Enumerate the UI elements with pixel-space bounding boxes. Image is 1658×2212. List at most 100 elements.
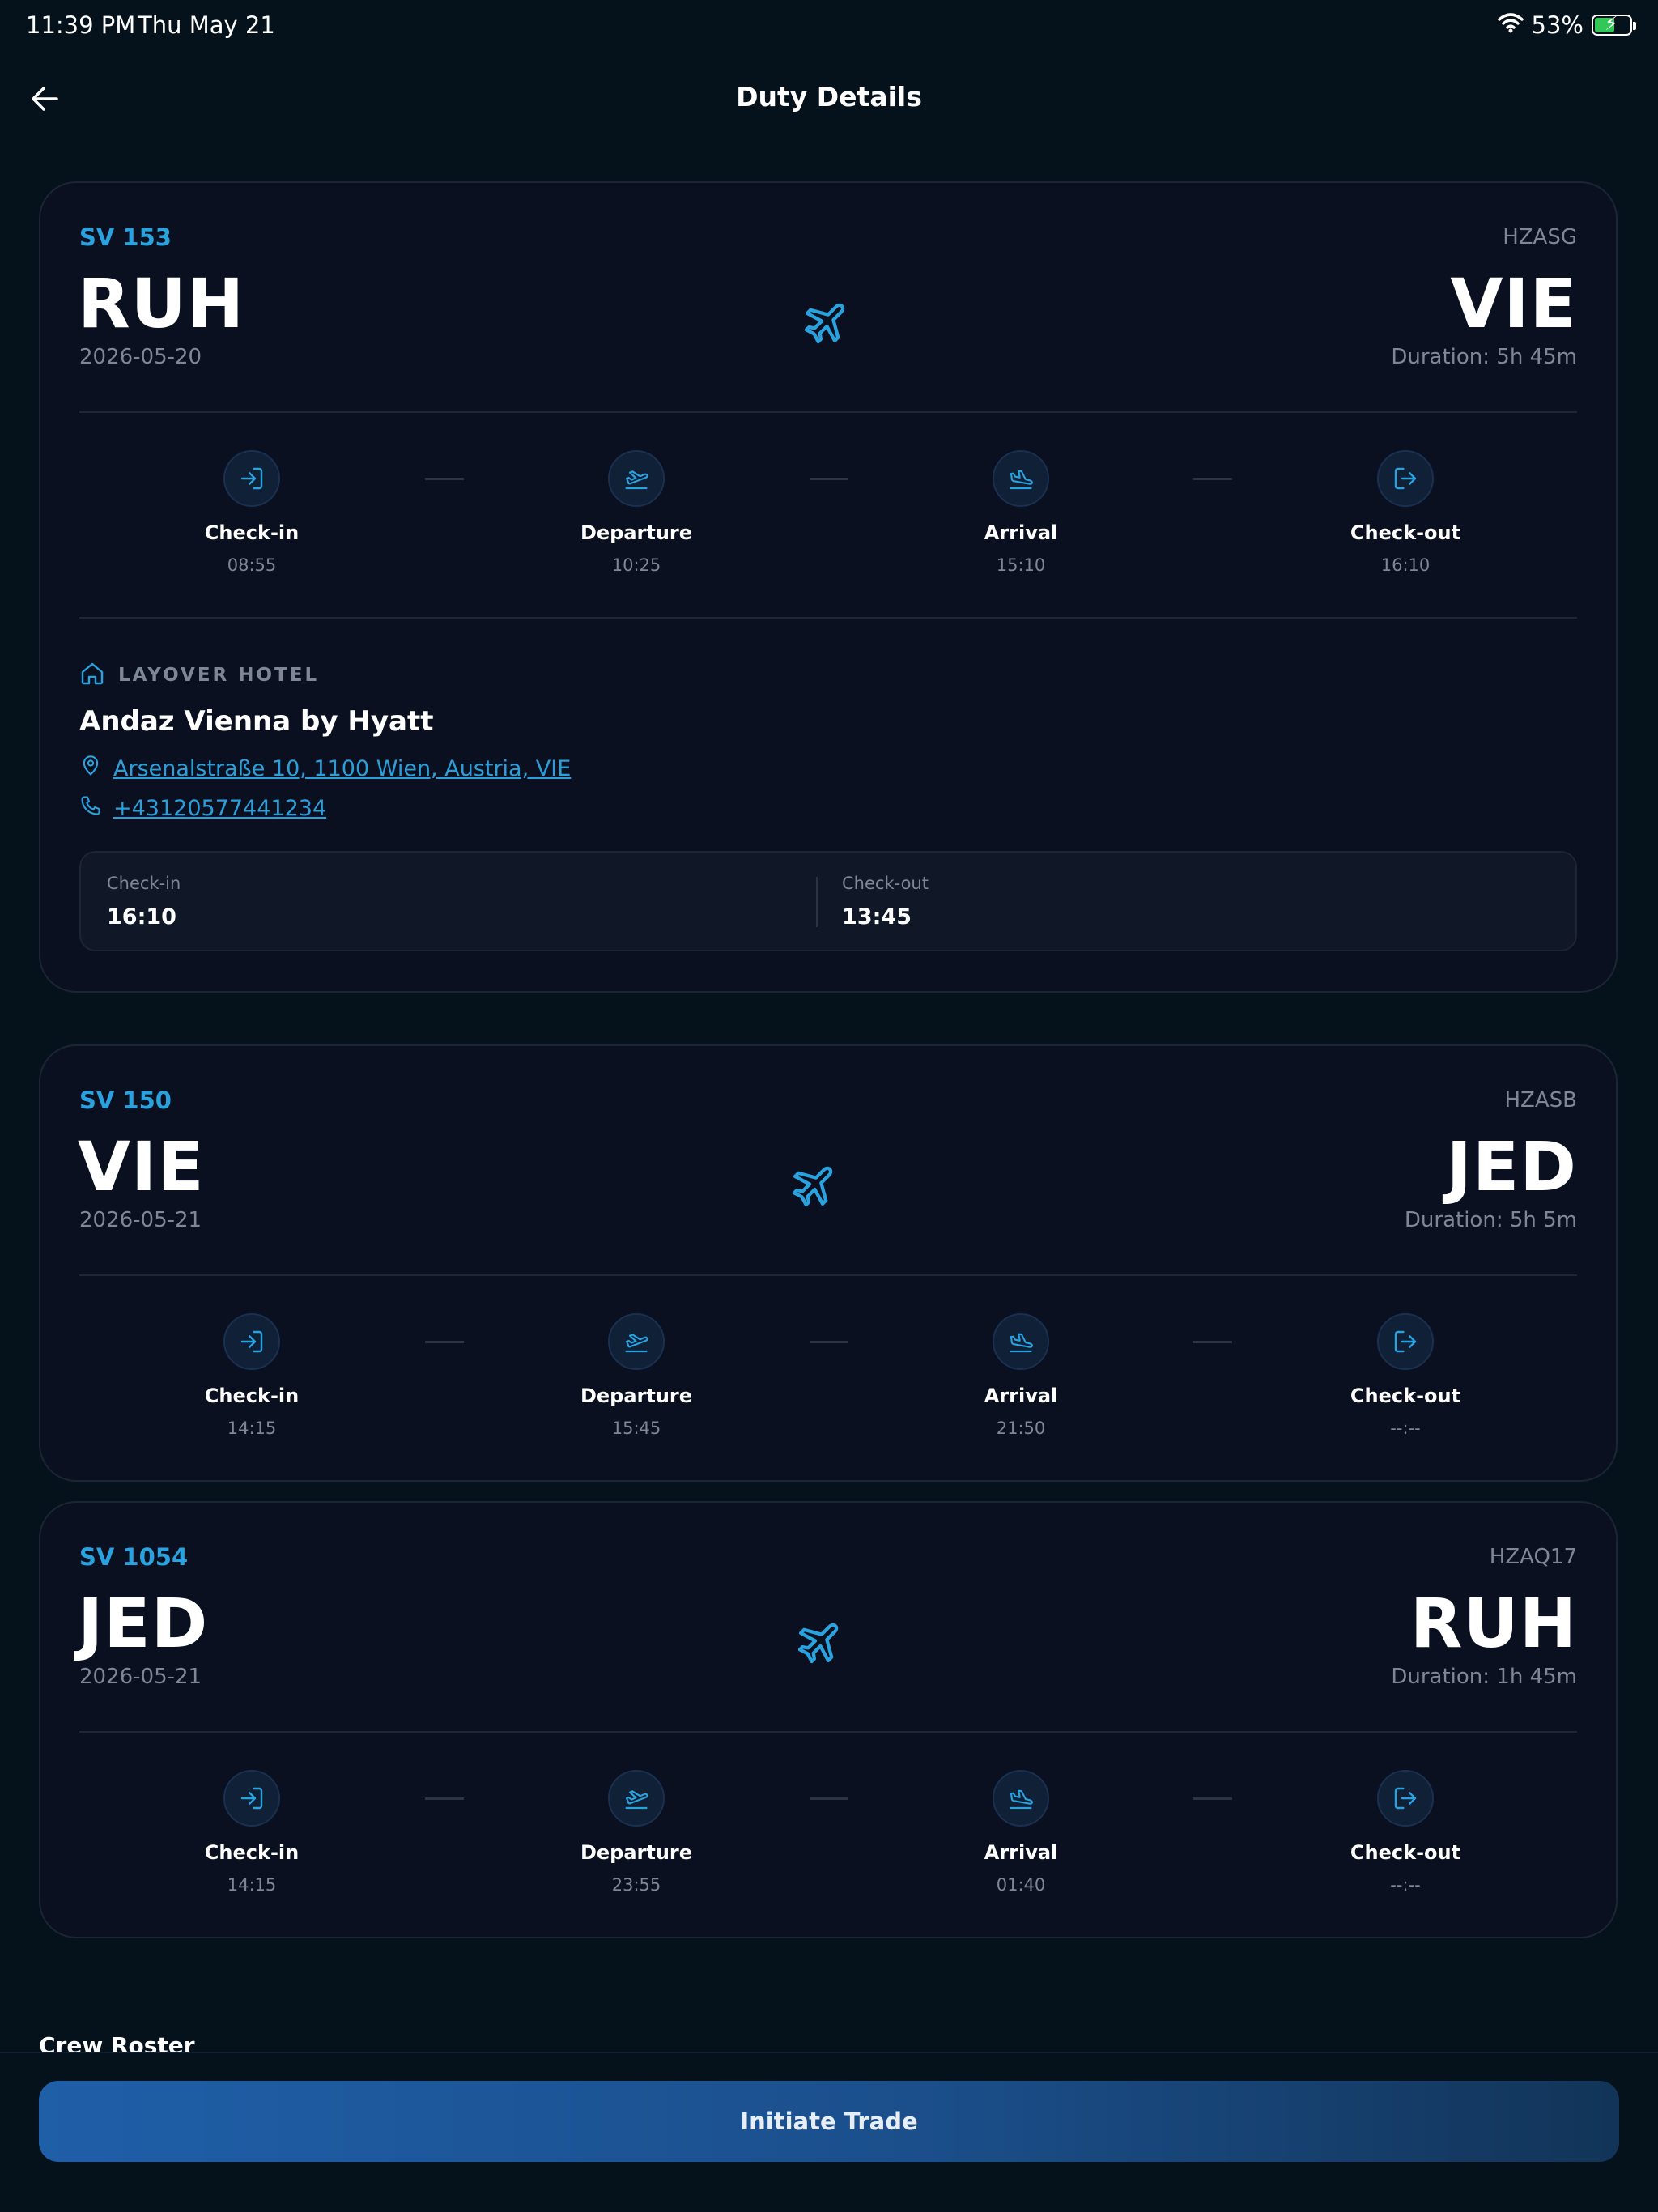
aircraft-registration: HZASB	[1504, 1088, 1578, 1112]
timeline-connector	[1193, 1797, 1232, 1800]
timeline-time: 23:55	[611, 1875, 661, 1895]
timeline-step-checkin: Check-in 14:15	[155, 1770, 349, 1895]
timeline-label: Departure	[580, 1841, 693, 1864]
hotel-checkin-time: 16:10	[107, 904, 176, 929]
timeline-label: Check-in	[204, 1385, 300, 1407]
status-date: Thu May 21	[138, 11, 275, 39]
timeline-time: 21:50	[996, 1419, 1046, 1438]
login-icon	[223, 1770, 280, 1827]
hotel-phone-row: +43120577441234	[79, 794, 326, 823]
plane-landing-icon	[993, 1313, 1049, 1370]
flight-card-2[interactable]: SV 150 HZASB VIE JED 2026-05-21 Duration…	[39, 1044, 1618, 1482]
logout-icon	[1377, 1770, 1434, 1827]
flight-card-3[interactable]: SV 1054 HZAQ17 JED RUH 2026-05-21 Durati…	[39, 1501, 1618, 1938]
map-pin-icon	[79, 754, 102, 784]
hotel-section-header: LAYOVER HOTEL	[79, 661, 319, 690]
plane-takeoff-icon	[608, 1770, 665, 1827]
duty-timeline: Check-in 14:15 Departure 15:45 Arrival 2…	[79, 1313, 1577, 1443]
plane-icon	[801, 295, 853, 347]
nav-bar: Duty Details	[0, 65, 1658, 130]
timeline-connector	[425, 1797, 464, 1800]
timeline-time: 15:10	[996, 555, 1046, 575]
destination-code: JED	[1446, 1127, 1577, 1206]
timeline-step-arrival: Arrival 15:10	[924, 450, 1118, 575]
flight-number: SV 150	[79, 1087, 172, 1114]
page-title: Duty Details	[736, 81, 922, 113]
timeline-connector	[1193, 478, 1232, 480]
destination-code: RUH	[1409, 1584, 1577, 1663]
hotel-checkout-label: Check-out	[842, 874, 929, 893]
hotel-address-link[interactable]: Arsenalstraße 10, 1100 Wien, Austria, VI…	[113, 756, 571, 781]
status-time: 11:39 PM	[26, 11, 136, 39]
initiate-trade-button[interactable]: Initiate Trade	[39, 2081, 1619, 2162]
hotel-address-row: Arsenalstraße 10, 1100 Wien, Austria, VI…	[79, 754, 571, 784]
hotel-checkin-label: Check-in	[107, 874, 181, 893]
logout-icon	[1377, 1313, 1434, 1370]
destination-code: VIE	[1450, 264, 1577, 343]
timeline-step-arrival: Arrival 21:50	[924, 1313, 1118, 1438]
timeline-connector	[810, 1341, 848, 1343]
plane-takeoff-icon	[608, 450, 665, 507]
timeline-label: Departure	[580, 1385, 693, 1407]
plane-landing-icon	[993, 1770, 1049, 1827]
timeline-time: 14:15	[227, 1419, 277, 1438]
login-icon	[223, 1313, 280, 1370]
origin-code: JED	[78, 1584, 209, 1663]
battery-percent: 53%	[1531, 11, 1584, 39]
status-indicators: 53% ⚡	[1497, 11, 1636, 39]
timeline-label: Arrival	[984, 1385, 1058, 1407]
wifi-icon	[1497, 11, 1524, 39]
flight-duration: Duration: 5h 5m	[1404, 1208, 1577, 1232]
timeline-connector	[425, 478, 464, 480]
timeline-label: Check-out	[1350, 1841, 1461, 1864]
flight-date: 2026-05-21	[79, 1665, 202, 1689]
flight-card-1[interactable]: SV 153 HZASG RUH VIE 2026-05-20 Duration…	[39, 181, 1618, 993]
timeline-label: Check-in	[204, 521, 300, 544]
hotel-name: Andaz Vienna by Hyatt	[79, 705, 434, 738]
hotel-checkout-time: 13:45	[842, 904, 912, 929]
divider	[79, 617, 1577, 619]
hotel-times-panel: Check-in 16:10 Check-out 13:45	[79, 851, 1577, 951]
flight-date: 2026-05-21	[79, 1208, 202, 1232]
timeline-time: 01:40	[996, 1875, 1046, 1895]
timeline-time: 16:10	[1380, 555, 1431, 575]
timeline-time: 08:55	[227, 555, 277, 575]
hotel-phone-link[interactable]: +43120577441234	[113, 796, 326, 821]
timeline-label: Arrival	[984, 521, 1058, 544]
timeline-step-departure: Departure 23:55	[539, 1770, 733, 1895]
timeline-step-checkin: Check-in 14:15	[155, 1313, 349, 1438]
timeline-step-departure: Departure 10:25	[539, 450, 733, 575]
battery-icon: ⚡	[1592, 12, 1636, 36]
timeline-connector	[1193, 1341, 1232, 1343]
origin-code: RUH	[78, 264, 245, 343]
login-icon	[223, 450, 280, 507]
hotel-checkin: Check-in 16:10	[107, 874, 181, 929]
hotel-checkout: Check-out 13:45	[842, 874, 929, 929]
aircraft-registration: HZAQ17	[1489, 1545, 1577, 1569]
status-bar: 11:39 PM Thu May 21 53% ⚡	[0, 0, 1658, 52]
timeline-connector	[810, 1797, 848, 1800]
timeline-label: Check-out	[1350, 1385, 1461, 1407]
duty-timeline: Check-in 08:55 Departure 10:25 Arrival 1…	[79, 450, 1577, 580]
timeline-connector	[810, 478, 848, 480]
plane-icon	[789, 1158, 841, 1210]
plane-takeoff-icon	[608, 1313, 665, 1370]
divider	[816, 877, 818, 927]
logout-icon	[1377, 450, 1434, 507]
flight-duration: Duration: 1h 45m	[1391, 1665, 1577, 1689]
divider	[79, 411, 1577, 413]
divider	[79, 1274, 1577, 1276]
flight-number: SV 153	[79, 223, 172, 251]
timeline-step-arrival: Arrival 01:40	[924, 1770, 1118, 1895]
timeline-time: 15:45	[611, 1419, 661, 1438]
timeline-label: Check-in	[204, 1841, 300, 1864]
divider	[79, 1731, 1577, 1733]
duty-timeline: Check-in 14:15 Departure 23:55 Arrival 0…	[79, 1770, 1577, 1899]
plane-icon	[795, 1614, 847, 1666]
timeline-time: --:--	[1390, 1419, 1421, 1438]
flight-duration: Duration: 5h 45m	[1391, 345, 1577, 369]
timeline-step-checkout: Check-out 16:10	[1308, 450, 1503, 575]
timeline-time: --:--	[1390, 1875, 1421, 1895]
timeline-step-checkout: Check-out --:--	[1308, 1770, 1503, 1895]
hotel-section-label: LAYOVER HOTEL	[118, 665, 320, 686]
